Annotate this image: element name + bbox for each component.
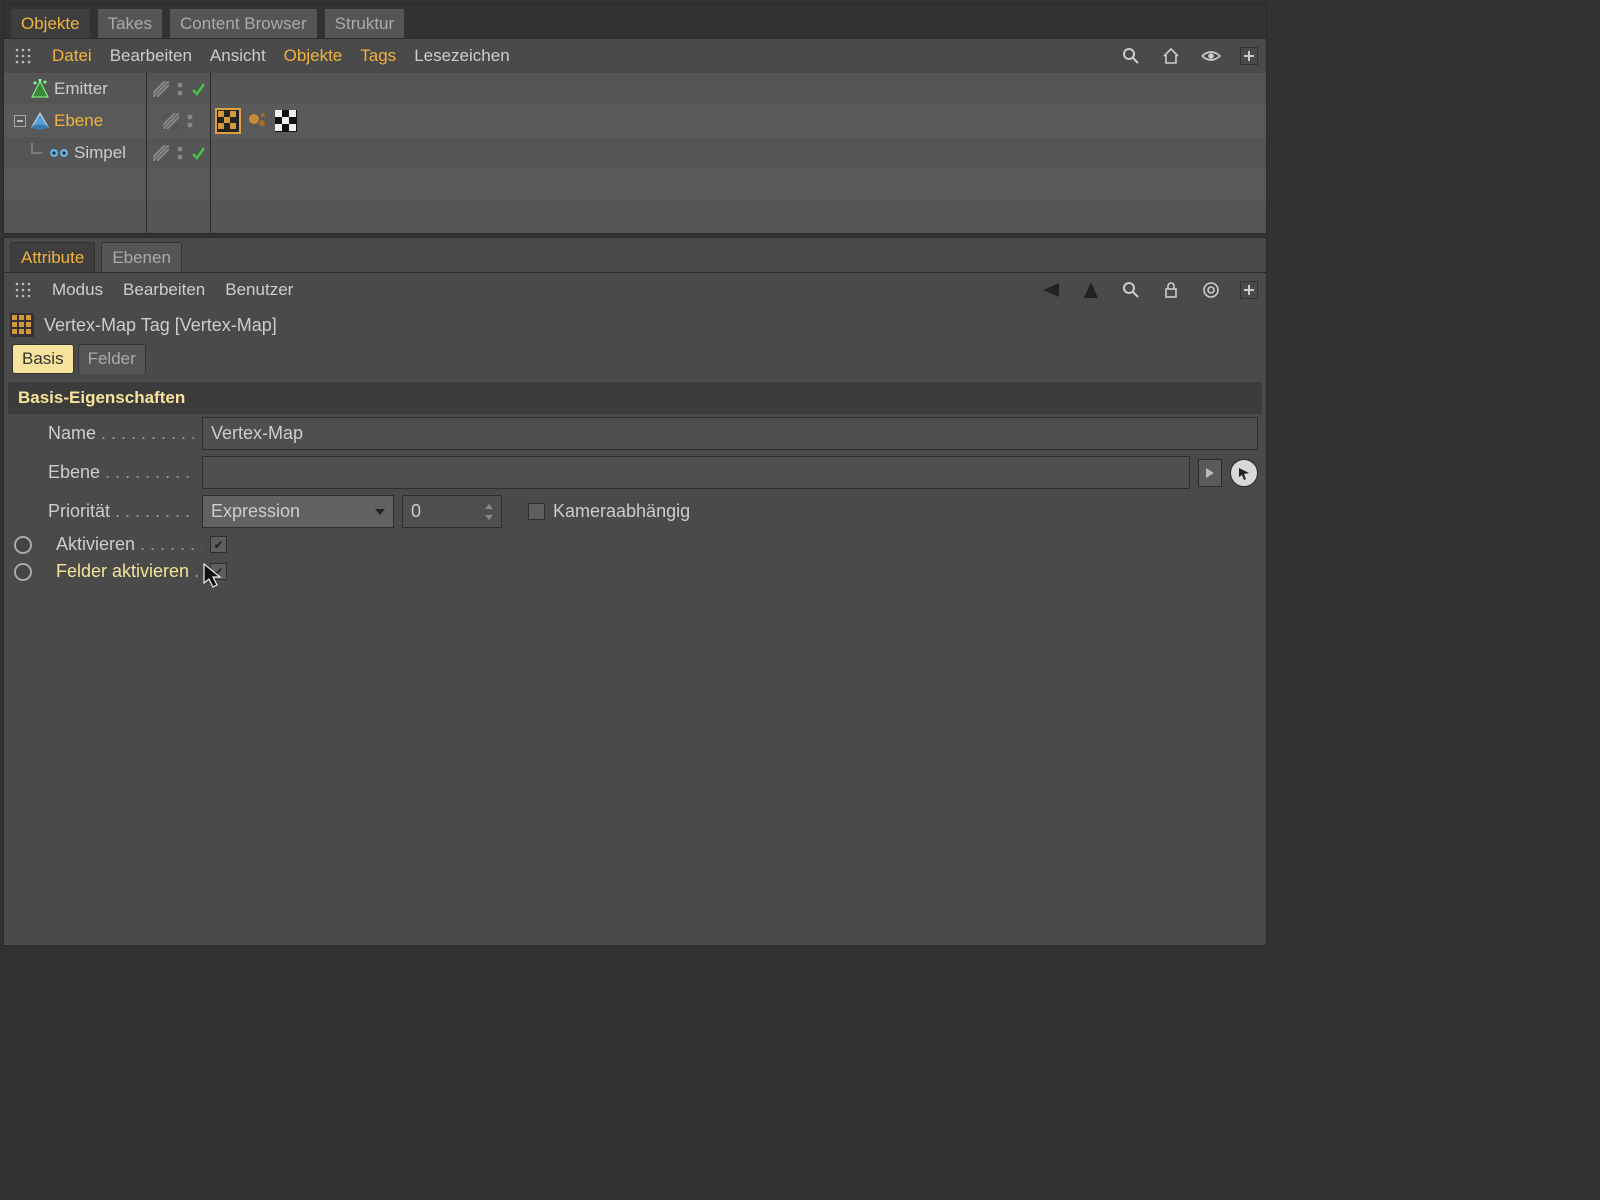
object-panel-tabs: ObjekteTakesContent BrowserStruktur (4, 4, 1266, 38)
felder-aktivieren-checkbox[interactable] (210, 563, 227, 580)
nav-back-icon[interactable] (1040, 279, 1062, 301)
attribute-panel-tabs: AttributeEbenen (4, 238, 1266, 272)
object-name-label: Emitter (54, 79, 108, 99)
search-icon[interactable] (1120, 279, 1142, 301)
field-ebene: Ebene (4, 453, 1266, 492)
tab-ebenen[interactable]: Ebenen (101, 242, 182, 272)
name-input[interactable] (202, 417, 1258, 450)
menu-lesezeichen[interactable]: Lesezeichen (414, 46, 509, 66)
menu-ansicht[interactable]: Ansicht (210, 46, 266, 66)
object-toolbar: Datei Bearbeiten Ansicht Objekte Tags Lesezei… (4, 38, 1266, 73)
object-visibility (147, 105, 210, 137)
prio-label: Priorität (48, 501, 194, 522)
target-icon[interactable] (1200, 279, 1222, 301)
kamera-label: Kameraabhängig (553, 501, 690, 522)
object-type-icon (30, 111, 50, 131)
object-hierarchy: Emitter Ebene Simpel (4, 73, 1266, 233)
chevron-down-icon (375, 509, 385, 515)
kamera-checkbox[interactable] (528, 503, 545, 520)
anim-ring-icon[interactable] (14, 536, 32, 554)
tree-expander-icon[interactable] (14, 115, 26, 127)
menu-bearbeiten[interactable]: Bearbeiten (123, 280, 205, 300)
layer-toggle-icon[interactable] (153, 145, 169, 161)
object-name-label: Simpel (74, 143, 126, 163)
tab-attribute[interactable]: Attribute (10, 242, 95, 272)
enabled-check-icon[interactable] (191, 146, 205, 160)
menu-bearbeiten[interactable]: Bearbeiten (110, 46, 192, 66)
subtab-basis[interactable]: Basis (12, 344, 74, 374)
prio-dropdown[interactable]: Expression (202, 495, 394, 528)
tab-objekte[interactable]: Objekte (10, 8, 91, 38)
menu-tags[interactable]: Tags (360, 46, 396, 66)
ebene-label: Ebene (48, 462, 194, 483)
field-prioritaet: Priorität Expression 0 Kameraabhängig (4, 492, 1266, 531)
object-row-simpel[interactable]: Simpel (4, 137, 146, 169)
attribute-element-title: Vertex-Map Tag [Vertex-Map] (4, 307, 1266, 340)
object-tags (211, 105, 1266, 137)
grid-icon[interactable] (12, 45, 34, 67)
prio-dropdown-value: Expression (211, 501, 300, 522)
object-type-icon (48, 146, 70, 160)
field-felder-aktivieren: Felder aktivieren (4, 558, 1266, 585)
prio-number-input[interactable]: 0 (402, 495, 502, 528)
attribute-toolbar: Modus Bearbeiten Benutzer (4, 272, 1266, 307)
object-row-emitter[interactable]: Emitter (4, 73, 146, 105)
anim-ring-icon[interactable] (14, 563, 32, 581)
grid-icon[interactable] (12, 279, 34, 301)
aktivieren-checkbox[interactable] (210, 536, 227, 553)
subtab-felder[interactable]: Felder (78, 344, 146, 374)
add-icon[interactable] (1240, 47, 1258, 65)
stepper-arrows-icon (485, 504, 493, 520)
object-visibility (147, 73, 210, 105)
field-name: Name (4, 414, 1266, 453)
ebene-picker-arrow-icon[interactable] (1198, 459, 1222, 487)
section-header: Basis-Eigenschaften (8, 382, 1262, 414)
eye-icon[interactable] (1200, 45, 1222, 67)
menu-objekte[interactable]: Objekte (284, 46, 343, 66)
menu-datei[interactable]: Datei (52, 46, 92, 66)
enabled-check-icon[interactable] (191, 82, 205, 96)
nav-up-icon[interactable] (1080, 279, 1102, 301)
vertexmap-tag-icon (10, 313, 34, 337)
tree-expander-icon[interactable] (28, 143, 44, 163)
name-label: Name (48, 423, 194, 444)
prio-number-value: 0 (411, 501, 421, 522)
felder-aktivieren-label: Felder aktivieren (56, 561, 202, 582)
object-name-label: Ebene (54, 111, 103, 131)
layer-toggle-icon[interactable] (163, 113, 179, 129)
checker-tag-icon[interactable] (215, 108, 241, 134)
object-tags (211, 137, 1266, 169)
attribute-subtabs: BasisFelder (4, 340, 1266, 378)
tree-expander-icon[interactable] (14, 79, 26, 99)
ebene-input[interactable] (202, 456, 1190, 489)
object-type-icon (30, 79, 50, 99)
lock-icon[interactable] (1160, 279, 1182, 301)
aktivieren-label: Aktivieren (56, 534, 202, 555)
menu-benutzer[interactable]: Benutzer (225, 280, 293, 300)
object-row-ebene[interactable]: Ebene (4, 105, 146, 137)
add-icon[interactable] (1240, 281, 1258, 299)
alpha-tag-icon[interactable] (275, 110, 297, 132)
object-visibility (147, 137, 210, 169)
home-icon[interactable] (1160, 45, 1182, 67)
layer-toggle-icon[interactable] (153, 81, 169, 97)
visibility-dots-icon[interactable] (175, 145, 185, 161)
tab-struktur[interactable]: Struktur (324, 8, 406, 38)
attribute-title-text: Vertex-Map Tag [Vertex-Map] (44, 315, 277, 336)
visibility-dots-icon[interactable] (175, 81, 185, 97)
ebene-picker-cursor-icon[interactable] (1230, 459, 1258, 487)
field-aktivieren: Aktivieren (4, 531, 1266, 558)
particles-tag-icon[interactable] (247, 110, 269, 132)
tab-takes[interactable]: Takes (97, 8, 163, 38)
tab-content-browser[interactable]: Content Browser (169, 8, 318, 38)
visibility-dots-icon[interactable] (185, 113, 195, 129)
object-tags (211, 73, 1266, 105)
menu-modus[interactable]: Modus (52, 280, 103, 300)
search-icon[interactable] (1120, 45, 1142, 67)
